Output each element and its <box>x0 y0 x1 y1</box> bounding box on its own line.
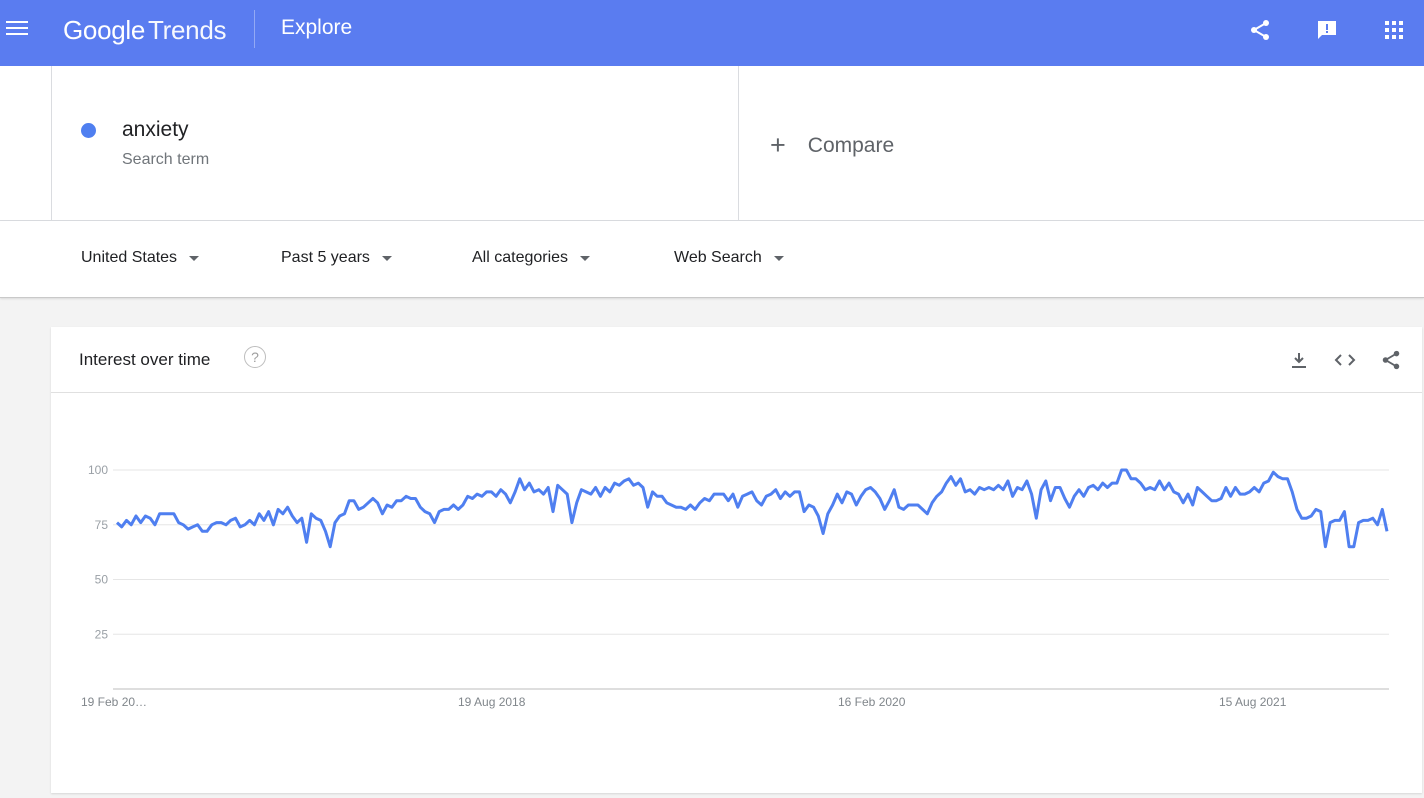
series-line[interactable] <box>115 468 1389 549</box>
filters-bar: United States Past 5 years All categorie… <box>0 221 1424 298</box>
share-icon[interactable] <box>1244 14 1276 46</box>
caret-down-icon <box>580 255 591 261</box>
term-color-dot <box>81 123 96 138</box>
feedback-icon[interactable] <box>1311 14 1343 46</box>
search-term-card[interactable]: anxiety Search term <box>51 66 739 220</box>
compare-button[interactable]: + Compare <box>770 132 894 159</box>
category-label: All categories <box>472 249 569 266</box>
app-bar: Google Trends Explore <box>0 0 1424 66</box>
appbar-divider <box>254 10 255 48</box>
y-tick-label: 75 <box>95 518 109 532</box>
x-tick-label: 16 Feb 2020 <box>838 695 906 709</box>
logo-google: Google <box>63 15 146 45</box>
apps-icon[interactable] <box>1378 14 1410 46</box>
term-name: anxiety <box>122 118 189 141</box>
menu-icon[interactable] <box>6 21 28 39</box>
region-label: United States <box>81 249 178 266</box>
search-terms-section: anxiety Search term + Compare <box>0 66 1424 221</box>
caret-down-icon <box>381 255 392 261</box>
google-trends-logo[interactable]: Google Trends <box>63 15 227 46</box>
y-tick-label: 25 <box>95 627 109 641</box>
compare-label: Compare <box>807 133 895 157</box>
page-title: Explore <box>281 16 353 39</box>
logo-trends: Trends <box>148 15 227 45</box>
time-range-select[interactable]: Past 5 years <box>281 249 392 267</box>
term-type: Search term <box>122 151 210 168</box>
search-type-select[interactable]: Web Search <box>674 249 784 267</box>
y-tick-label: 100 <box>88 463 108 477</box>
time-range-label: Past 5 years <box>281 249 370 266</box>
category-select[interactable]: All categories <box>472 249 591 267</box>
caret-down-icon <box>773 255 784 261</box>
search-type-label: Web Search <box>674 249 762 266</box>
x-tick-label: 19 Aug 2018 <box>458 695 526 709</box>
interest-line-chart: 100 75 50 25 19 Feb 20… 19 Aug 2018 16 Feb 202… <box>81 463 1389 709</box>
x-tick-label: 15 Aug 2021 <box>1219 695 1287 709</box>
interest-over-time-card: Interest over time ? 100 75 50 25 19 Feb 20…… <box>51 327 1422 793</box>
appbar-actions <box>1244 14 1410 46</box>
y-tick-label: 50 <box>95 573 109 587</box>
region-select[interactable]: United States <box>81 249 200 267</box>
x-tick-label: 19 Feb 20… <box>81 695 147 709</box>
caret-down-icon <box>189 255 200 261</box>
plus-icon: + <box>770 130 786 160</box>
